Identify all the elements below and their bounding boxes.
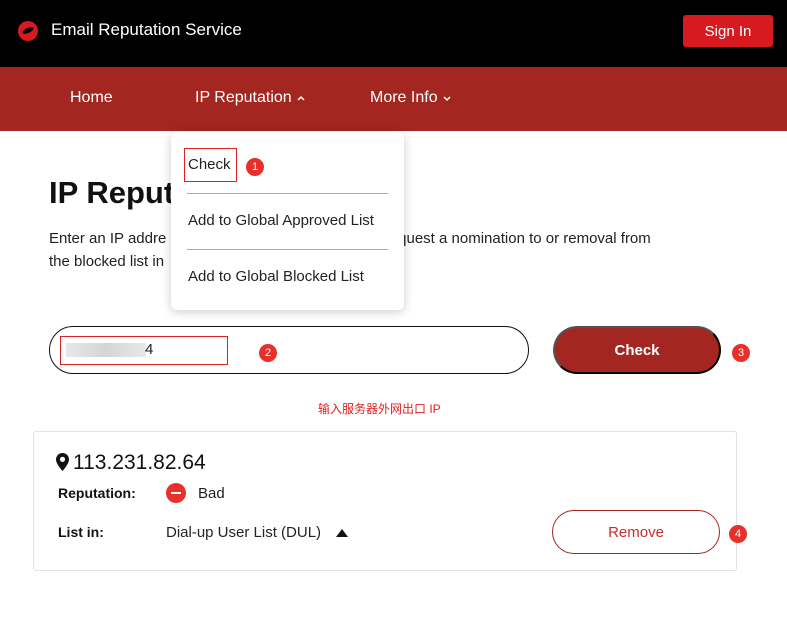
annotation-badge-4: 4 xyxy=(729,525,747,543)
annotation-badge-3: 3 xyxy=(732,344,750,362)
page-title: IP Reput xyxy=(49,175,175,210)
result-ip: 113.231.82.64 xyxy=(73,451,206,474)
bad-status-icon xyxy=(166,483,186,503)
trend-micro-logo-icon[interactable] xyxy=(18,21,38,41)
nav-item-label: IP Reputation xyxy=(195,89,292,106)
list-in-label: List in: xyxy=(58,524,104,540)
nav-item-home[interactable]: Home xyxy=(70,89,113,107)
nav-item-label: Home xyxy=(70,89,113,106)
annotation-highlight-input xyxy=(60,336,228,365)
triangle-up-icon[interactable] xyxy=(336,529,348,537)
app-title[interactable]: Email Reputation Service xyxy=(51,20,242,40)
chevron-down-icon xyxy=(443,96,451,102)
dropdown-divider xyxy=(187,193,388,194)
annotation-badge-1: 1 xyxy=(246,158,264,176)
annotation-highlight-check xyxy=(184,148,237,182)
annotation-hint: 输入服务器外网出口 IP xyxy=(318,402,441,416)
annotation-badge-2: 2 xyxy=(259,344,277,362)
nav-item-more-info[interactable]: More Info xyxy=(370,89,452,107)
remove-button[interactable]: Remove xyxy=(552,510,720,554)
nav-item-label: More Info xyxy=(370,89,438,106)
main-nav: Home IP Reputation More Info xyxy=(0,67,787,131)
sign-in-button[interactable]: Sign In xyxy=(683,15,773,47)
nav-item-ip-reputation[interactable]: IP Reputation xyxy=(195,89,306,107)
ip-reputation-dropdown: Check 1 Add to Global Approved List Add … xyxy=(171,132,404,310)
chevron-up-icon xyxy=(297,95,305,101)
list-in-value: Dial-up User List (DUL) xyxy=(166,524,322,541)
check-button[interactable]: Check xyxy=(553,326,721,374)
top-bar: Email Reputation Service Sign In xyxy=(0,0,787,67)
reputation-label: Reputation: xyxy=(58,485,136,501)
dropdown-item-global-blocked[interactable]: Add to Global Blocked List xyxy=(188,268,364,285)
reputation-value: Bad xyxy=(198,485,225,502)
description-line1: Enter an IP addre xyxy=(49,230,167,247)
dropdown-item-global-approved[interactable]: Add to Global Approved List xyxy=(188,212,374,229)
dropdown-divider xyxy=(187,249,388,250)
location-pin-icon xyxy=(56,453,69,471)
